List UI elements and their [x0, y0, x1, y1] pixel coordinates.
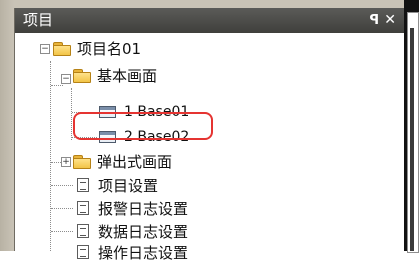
tree-item-setting[interactable]: 报警日志设置: [77, 197, 188, 219]
collapse-icon[interactable]: −: [40, 44, 50, 54]
document-icon: [77, 245, 89, 259]
folder-icon: [53, 41, 71, 56]
adjacent-pane-edge: [404, 0, 419, 253]
pin-icon[interactable]: ꟼ: [369, 12, 379, 29]
panel-titlebar: 项目 ꟼ ✕: [15, 8, 405, 33]
tree-guide-line: [51, 208, 73, 210]
tree-guide-line: [51, 85, 63, 87]
tree-node-label: 数据日志设置: [98, 222, 189, 241]
tree-guide-line: [50, 61, 52, 251]
tree-item-setting[interactable]: 操作日志设置: [77, 241, 188, 263]
expand-icon[interactable]: +: [61, 157, 71, 167]
tree-node-label: 弹出式画面: [97, 152, 173, 171]
document-icon: [77, 224, 89, 238]
close-icon[interactable]: ✕: [384, 11, 396, 29]
tree-root-project[interactable]: 项目名01: [53, 37, 141, 59]
tree-folder-popup-screens[interactable]: 弹出式画面: [73, 150, 172, 172]
folder-icon: [73, 68, 91, 83]
folder-icon: [73, 154, 91, 169]
document-icon: [77, 201, 89, 215]
collapse-icon[interactable]: −: [61, 74, 71, 84]
tree-node-label: 项目设置: [98, 176, 159, 195]
selection-highlight: [73, 112, 213, 140]
tree-node-label: 操作日志设置: [98, 243, 189, 262]
tree-node-label: 基本画面: [97, 66, 158, 85]
tree-folder-base-screens[interactable]: 基本画面: [73, 64, 157, 86]
pane-grip: [410, 28, 414, 251]
tree-node-label: 项目名01: [77, 39, 142, 58]
tree-node-label: 报警日志设置: [98, 199, 189, 218]
tree-item-setting[interactable]: 项目设置: [77, 174, 158, 196]
document-icon: [77, 178, 89, 192]
tree-guide-line: [51, 231, 73, 233]
project-tree: − 项目名01 − 基本画面 1 Base01 2 Base02 + 弹出式画面: [15, 33, 405, 262]
panel-title: 项目: [23, 11, 54, 29]
tree-guide-line: [51, 185, 73, 187]
tree-item-setting[interactable]: 数据日志设置: [77, 220, 188, 242]
